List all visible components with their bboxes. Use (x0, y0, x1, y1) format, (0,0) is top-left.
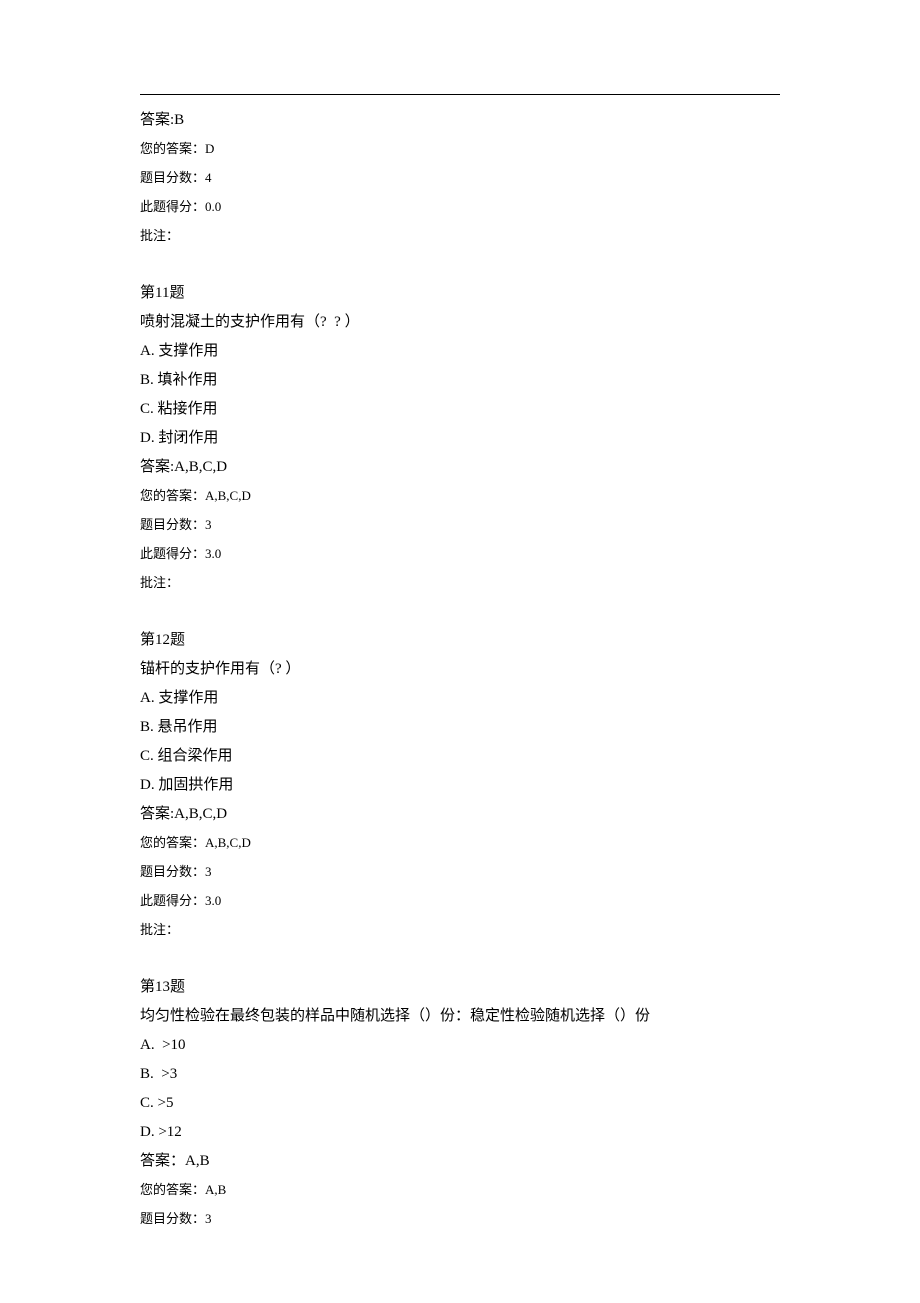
spacer (140, 952, 780, 980)
got-score-line: 此题得分：0.0 (140, 200, 780, 213)
note-line: 批注： (140, 923, 780, 936)
answer-line: 答案:A,B,C,D (140, 807, 780, 822)
answer-line: 答案:A,B,C,D (140, 460, 780, 475)
got-score-line: 此题得分：3.0 (140, 547, 780, 560)
option-a: A. 支撑作用 (140, 344, 780, 359)
option-c: C. 组合梁作用 (140, 749, 780, 764)
spacer (140, 605, 780, 633)
option-b: B. 悬吊作用 (140, 720, 780, 735)
document-page: 答案:B 您的答案：D 题目分数：4 此题得分：0.0 批注： 第11题 喷射混… (0, 0, 920, 1301)
option-a: A. 支撑作用 (140, 691, 780, 706)
got-score-line: 此题得分：3.0 (140, 894, 780, 907)
note-line: 批注： (140, 576, 780, 589)
horizontal-rule (140, 94, 780, 95)
question-stem: 均匀性检验在最终包装的样品中随机选择（）份：稳定性检验随机选择（）份 (140, 1009, 780, 1024)
your-answer-line: 您的答案：A,B,C,D (140, 489, 780, 502)
question-header: 第11题 (140, 286, 780, 301)
question-header: 第13题 (140, 980, 780, 995)
answer-line: 答案：A,B (140, 1154, 780, 1169)
note-line: 批注： (140, 229, 780, 242)
your-answer-line: 您的答案：D (140, 142, 780, 155)
option-b: B. 填补作用 (140, 373, 780, 388)
question-header: 第12题 (140, 633, 780, 648)
option-b: B. >3 (140, 1067, 780, 1082)
score-line: 题目分数：3 (140, 865, 780, 878)
score-line: 题目分数：4 (140, 171, 780, 184)
option-a: A. >10 (140, 1038, 780, 1053)
spacer (140, 258, 780, 286)
option-d: D. 加固拱作用 (140, 778, 780, 793)
answer-line: 答案:B (140, 113, 780, 128)
question-stem: 锚杆的支护作用有（? ） (140, 662, 780, 677)
question-stem: 喷射混凝土的支护作用有（? ? ） (140, 315, 780, 330)
option-d: D. >12 (140, 1125, 780, 1140)
your-answer-line: 您的答案：A,B,C,D (140, 836, 780, 849)
score-line: 题目分数：3 (140, 1212, 780, 1225)
score-line: 题目分数：3 (140, 518, 780, 531)
your-answer-line: 您的答案：A,B (140, 1183, 780, 1196)
option-c: C. 粘接作用 (140, 402, 780, 417)
option-c: C. >5 (140, 1096, 780, 1111)
option-d: D. 封闭作用 (140, 431, 780, 446)
